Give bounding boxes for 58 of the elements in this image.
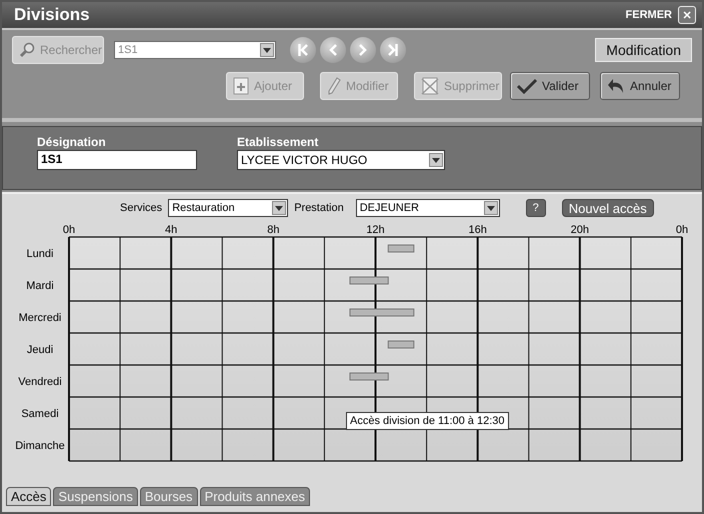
- tooltip: Accès division de 11:00 à 12:30: [346, 412, 509, 430]
- tab[interactable]: Produits annexes: [200, 487, 310, 506]
- day-label: Vendredi: [18, 376, 62, 388]
- prestation-select[interactable]: DEJEUNER: [356, 199, 500, 217]
- skip-forward-icon: [388, 44, 398, 56]
- mode-indicator: Modification: [595, 38, 692, 62]
- tab[interactable]: Suspensions: [53, 487, 138, 506]
- field-label: Désignation: [37, 135, 107, 149]
- close-button[interactable]: ✕: [678, 6, 696, 24]
- window-title: Divisions: [14, 5, 91, 25]
- validate-button[interactable]: Valider: [510, 72, 590, 100]
- access-bar[interactable]: [388, 244, 414, 252]
- hour-label: 8h: [267, 224, 280, 236]
- hour-label: 20h: [570, 224, 590, 236]
- field-label: Services: [120, 202, 162, 214]
- tab[interactable]: Bourses: [140, 487, 198, 506]
- cross-document-icon: [421, 77, 439, 95]
- dropdown-arrow-icon: [275, 206, 284, 210]
- prev-record-button[interactable]: [320, 37, 346, 63]
- field-label: Etablissement: [237, 135, 320, 149]
- new-access-button[interactable]: Nouvel accès: [562, 199, 654, 217]
- hour-label: 4h: [165, 224, 178, 236]
- plus-document-icon: [233, 77, 249, 95]
- etablissement-select[interactable]: LYCEE VICTOR HUGO: [237, 150, 445, 170]
- chevron-left-icon: [329, 44, 337, 56]
- services-select[interactable]: Restauration: [168, 199, 288, 217]
- hour-label: 0h: [676, 224, 688, 236]
- undo-arrow-icon: [607, 77, 625, 95]
- hour-label: 0h: [62, 224, 76, 236]
- dropdown-arrow-icon: [486, 206, 495, 210]
- designation-field[interactable]: 1S1: [37, 150, 197, 170]
- chevron-right-icon: [359, 44, 367, 56]
- day-label: Dimanche: [15, 440, 65, 452]
- tab[interactable]: Accès: [6, 487, 52, 506]
- next-record-button[interactable]: [350, 37, 376, 63]
- dropdown-arrow-icon: [263, 48, 271, 52]
- access-bar[interactable]: [349, 276, 389, 284]
- dropdown-arrow-icon: [432, 158, 440, 162]
- day-label: Mardi: [26, 280, 54, 292]
- close-label: FERMER: [626, 9, 672, 21]
- last-record-button[interactable]: [380, 37, 406, 63]
- day-label: Mercredi: [18, 312, 62, 324]
- help-button[interactable]: ?: [526, 199, 546, 217]
- access-bar[interactable]: [349, 308, 414, 316]
- access-bar[interactable]: [388, 340, 414, 348]
- access-bar[interactable]: [349, 372, 389, 380]
- first-record-button[interactable]: [290, 37, 316, 63]
- field-label: Prestation: [294, 202, 344, 214]
- day-label: Jeudi: [26, 344, 54, 356]
- cancel-button[interactable]: Annuler: [600, 72, 680, 100]
- pencil-icon: [327, 77, 341, 95]
- skip-back-icon: [298, 44, 308, 56]
- hour-label: 16h: [468, 224, 487, 236]
- checkmark-icon: [517, 78, 537, 94]
- day-label: Lundi: [26, 248, 54, 260]
- day-label: Samedi: [21, 408, 59, 420]
- search-icon: [19, 42, 35, 58]
- hour-label: 12h: [366, 224, 385, 236]
